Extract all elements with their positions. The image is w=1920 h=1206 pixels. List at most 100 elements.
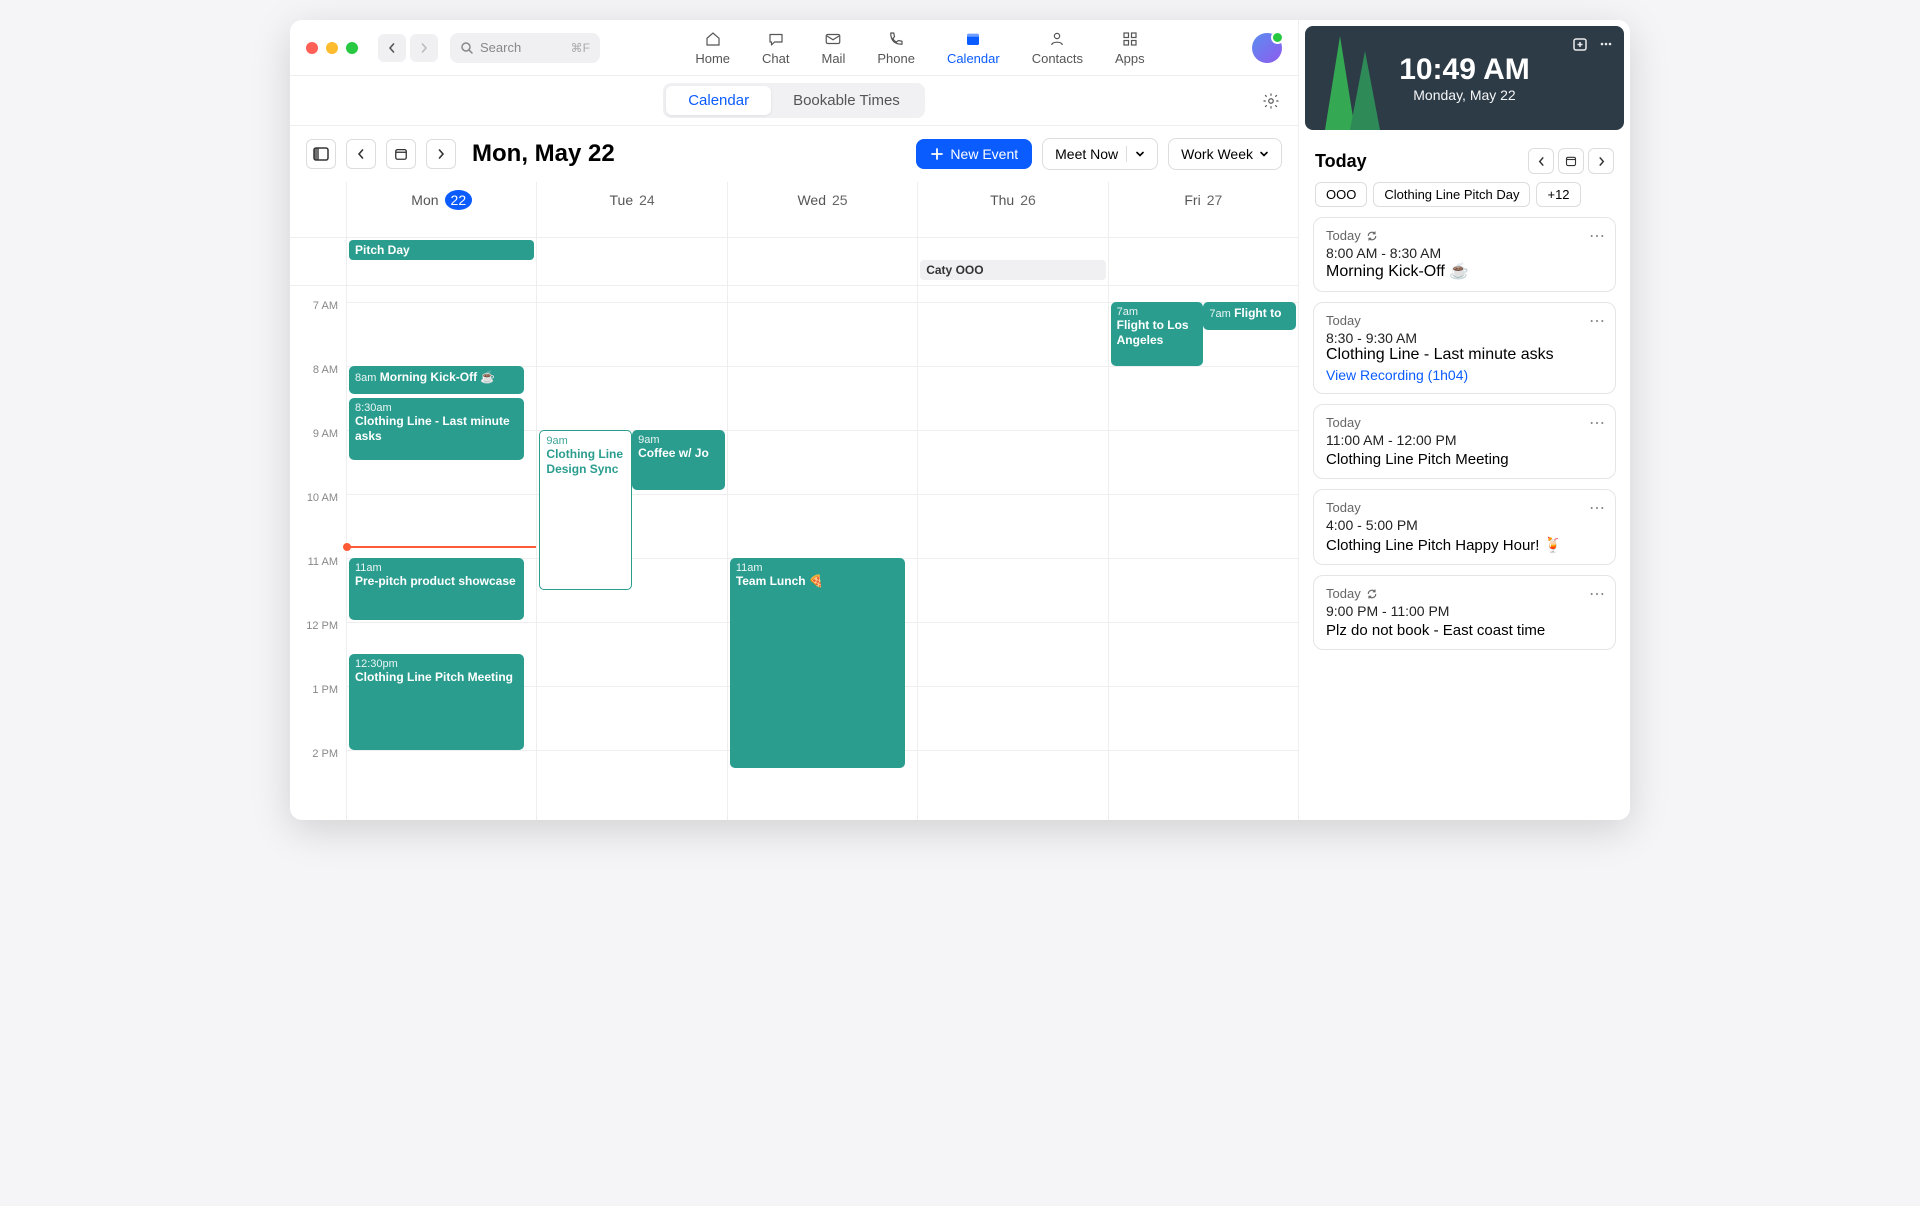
event-pitch-meeting[interactable]: 12:30pm Clothing Line Pitch Meeting — [349, 654, 524, 750]
calendar-icon — [1565, 155, 1577, 167]
view-select-label: Work Week — [1181, 146, 1253, 162]
back-button[interactable] — [378, 34, 406, 62]
view-subbar: Calendar Bookable Times — [290, 76, 1298, 126]
agenda-card[interactable]: ⋯ Today 9:00 PM - 11:00 PM Plz do not bo… — [1313, 575, 1616, 650]
agenda-card[interactable]: ⋯ Today 8:00 AM - 8:30 AM Morning Kick-O… — [1313, 217, 1616, 292]
event-design-sync[interactable]: 9am Clothing Line Design Sync — [539, 430, 632, 590]
agenda-chips: OOO Clothing Line Pitch Day +12 — [1299, 182, 1630, 217]
col-tue: 9am Clothing Line Design Sync 9am Coffee… — [536, 286, 726, 820]
close-window[interactable] — [306, 42, 318, 54]
calendar-today-icon — [394, 147, 408, 161]
event-clothing-asks[interactable]: 8:30am Clothing Line - Last minute asks — [349, 398, 524, 460]
window-controls — [306, 42, 358, 54]
plus-icon — [930, 147, 944, 161]
tab-apps[interactable]: Apps — [1101, 26, 1159, 70]
hour-2pm: 2 PM — [290, 748, 346, 812]
chevron-right-icon — [419, 43, 429, 53]
chevron-left-icon — [1537, 157, 1546, 166]
calendar-grid: 7 AM 8 AM 9 AM 10 AM 11 AM 12 PM 1 PM 2 … — [290, 286, 1298, 820]
chip-pitch-day[interactable]: Clothing Line Pitch Day — [1373, 182, 1530, 207]
calendar-add-icon[interactable] — [1572, 36, 1588, 52]
chevron-down-icon — [1135, 149, 1145, 159]
apps-icon — [1121, 30, 1139, 48]
settings-button[interactable] — [1262, 92, 1280, 110]
hour-gutter: 7 AM 8 AM 9 AM 10 AM 11 AM 12 PM 1 PM 2 … — [290, 286, 346, 820]
chevron-right-icon — [436, 149, 446, 159]
hour-11am: 11 AM — [290, 556, 346, 620]
agenda-card[interactable]: ⋯ Today 11:00 AM - 12:00 PM Clothing Lin… — [1313, 404, 1616, 479]
hour-10am: 10 AM — [290, 492, 346, 556]
new-event-button[interactable]: New Event — [916, 139, 1032, 169]
agenda-datepicker[interactable] — [1558, 148, 1584, 174]
toggle-sidebar-button[interactable] — [306, 139, 336, 169]
event-flight-2[interactable]: 7am Flight to — [1203, 302, 1296, 330]
agenda-card[interactable]: ⋯ Today 4:00 - 5:00 PM Clothing Line Pit… — [1313, 489, 1616, 565]
minimize-window[interactable] — [326, 42, 338, 54]
chip-ooo[interactable]: OOO — [1315, 182, 1367, 207]
agenda-list: ⋯ Today 8:00 AM - 8:30 AM Morning Kick-O… — [1299, 217, 1630, 650]
card-more[interactable]: ⋯ — [1589, 584, 1605, 604]
agenda-next[interactable] — [1588, 148, 1614, 174]
tab-home[interactable]: Home — [681, 26, 744, 70]
col-thu — [917, 286, 1107, 820]
card-more[interactable]: ⋯ — [1589, 311, 1605, 331]
page-title: Mon, May 22 — [472, 140, 615, 168]
next-button[interactable] — [426, 139, 456, 169]
card-more[interactable]: ⋯ — [1589, 226, 1605, 246]
card-more[interactable]: ⋯ — [1589, 413, 1605, 433]
day-header: Mon22 Tue24 Wed25 Thu26 Fri27 — [290, 182, 1298, 238]
tab-contacts[interactable]: Contacts — [1018, 26, 1097, 70]
col-wed: 11am Team Lunch 🍕 — [727, 286, 917, 820]
mail-icon — [824, 30, 842, 48]
calendar-toolbar: Mon, May 22 New Event Meet Now Work Week — [290, 126, 1298, 182]
event-prepitch[interactable]: 11am Pre-pitch product showcase — [349, 558, 524, 620]
agenda-card[interactable]: ⋯ Today 8:30 - 9:30 AM Clothing Line - L… — [1313, 302, 1616, 394]
forward-button[interactable] — [410, 34, 438, 62]
event-flight-la[interactable]: 7am Flight to Los Angeles — [1111, 302, 1204, 366]
tab-apps-label: Apps — [1115, 51, 1145, 66]
day-tue[interactable]: Tue24 — [537, 182, 726, 212]
card-more[interactable]: ⋯ — [1589, 498, 1605, 518]
day-wed[interactable]: Wed25 — [728, 182, 917, 212]
card-title: Morning Kick-Off ☕ — [1326, 261, 1603, 281]
event-team-lunch[interactable]: 11am Team Lunch 🍕 — [730, 558, 905, 768]
tab-chat[interactable]: Chat — [748, 26, 803, 70]
day-thu[interactable]: Thu26 — [918, 182, 1107, 212]
meet-now-label: Meet Now — [1055, 146, 1118, 162]
view-segment: Calendar Bookable Times — [663, 83, 925, 118]
more-icon[interactable] — [1598, 36, 1614, 52]
prev-button[interactable] — [346, 139, 376, 169]
avatar[interactable] — [1252, 33, 1282, 63]
clock-card: 10:49 AM Monday, May 22 — [1305, 26, 1624, 130]
maximize-window[interactable] — [346, 42, 358, 54]
event-morning-kickoff[interactable]: 8am Morning Kick-Off ☕ — [349, 366, 524, 394]
col-fri: 7am Flight to Los Angeles 7am Flight to — [1108, 286, 1298, 820]
new-event-label: New Event — [950, 146, 1018, 162]
allday-row: Pitch Day Caty OOO — [290, 238, 1298, 286]
main-panel: Search ⌘F Home Chat Mail Phone Calen — [290, 20, 1298, 820]
hour-8am: 8 AM — [290, 364, 346, 428]
tab-chat-label: Chat — [762, 51, 789, 66]
view-select[interactable]: Work Week — [1168, 138, 1282, 170]
day-grid[interactable]: 8am Morning Kick-Off ☕ 8:30am Clothing L… — [346, 286, 1298, 820]
view-recording-link[interactable]: View Recording (1h04) — [1326, 367, 1603, 383]
chip-more[interactable]: +12 — [1536, 182, 1580, 207]
allday-caty-ooo[interactable]: Caty OOO — [920, 260, 1105, 280]
panel-icon — [313, 146, 329, 162]
tab-calendar[interactable]: Calendar — [933, 26, 1014, 70]
tab-mail[interactable]: Mail — [808, 26, 860, 70]
history-nav — [378, 34, 438, 62]
day-mon[interactable]: Mon22 — [347, 182, 536, 212]
meet-now-button[interactable]: Meet Now — [1042, 138, 1158, 170]
segment-bookable[interactable]: Bookable Times — [771, 86, 922, 115]
agenda-header: Today — [1299, 136, 1630, 182]
agenda-prev[interactable] — [1528, 148, 1554, 174]
tab-phone[interactable]: Phone — [863, 26, 929, 70]
search-input[interactable]: Search ⌘F — [450, 33, 600, 63]
tab-phone-label: Phone — [877, 51, 915, 66]
day-fri[interactable]: Fri27 — [1109, 182, 1298, 212]
allday-pitch-day[interactable]: Pitch Day — [349, 240, 534, 260]
today-button[interactable] — [386, 139, 416, 169]
segment-calendar[interactable]: Calendar — [666, 86, 771, 115]
event-coffee-jo[interactable]: 9am Coffee w/ Jo — [632, 430, 725, 490]
